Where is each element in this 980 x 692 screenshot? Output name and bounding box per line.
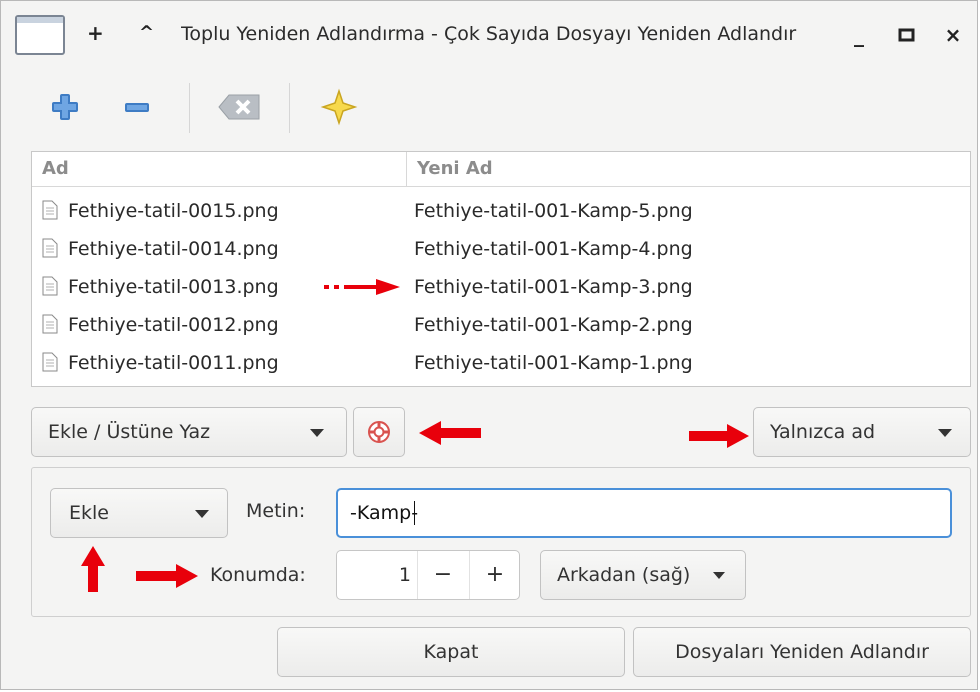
new-name-cell: Fethiye-tatil-001-Kamp-1.png: [414, 352, 693, 374]
column-header-name[interactable]: Ad: [42, 152, 69, 186]
minimize-button[interactable]: _: [845, 21, 873, 49]
position-label: Konumda:: [210, 564, 306, 586]
remove-button[interactable]: [117, 87, 157, 127]
file-icon: [42, 200, 58, 220]
annotation-arrow-up: [81, 546, 105, 592]
title-bar: + ^ Toplu Yeniden Adlandırma - Çok Sayıd…: [1, 1, 977, 65]
close-button-label: Kapat: [423, 641, 479, 663]
collapse-titlebar-button[interactable]: ^: [139, 19, 154, 47]
table-row[interactable]: Fethiye-tatil-0013.png Fethiye-tatil-001…: [32, 268, 970, 306]
mode-dropdown[interactable]: Ekle / Üstüne Yaz: [31, 407, 347, 457]
text-cursor: [414, 501, 415, 525]
toolbar-separator: [189, 83, 190, 133]
text-label: Metin:: [246, 500, 306, 522]
file-list[interactable]: Ad Yeni Ad Fethiye-tatil-0015.png Fethiy…: [31, 151, 971, 387]
chevron-down-icon: [310, 429, 324, 437]
close-window-button[interactable]: ×: [939, 21, 967, 49]
column-header-new-name[interactable]: Yeni Ad: [406, 152, 957, 186]
maximize-button[interactable]: [893, 21, 921, 49]
add-files-titlebar-button[interactable]: +: [87, 19, 104, 47]
toolbar-separator: [289, 83, 290, 133]
direction-dropdown[interactable]: Arkadan (sağ): [540, 550, 746, 600]
rename-files-button[interactable]: Dosyaları Yeniden Adlandır: [633, 627, 971, 677]
table-row[interactable]: Fethiye-tatil-0014.png Fethiye-tatil-001…: [32, 230, 970, 268]
action-dropdown[interactable]: Ekle: [50, 488, 228, 538]
file-icon: [42, 276, 58, 296]
position-value[interactable]: 1: [337, 551, 411, 599]
chevron-down-icon: [195, 510, 209, 518]
file-icon: [42, 314, 58, 334]
annotation-arrow-right: [136, 564, 198, 588]
chevron-down-icon: [938, 429, 952, 437]
new-name-cell: Fethiye-tatil-001-Kamp-5.png: [414, 200, 693, 222]
clear-icon: [218, 94, 260, 120]
increment-button[interactable]: +: [469, 551, 520, 599]
star-icon: [320, 88, 358, 126]
annotation-dashed-arrow: [324, 279, 400, 295]
new-name-cell: Fethiye-tatil-001-Kamp-3.png: [414, 276, 693, 298]
text-input-value: -Kamp-: [350, 502, 419, 524]
clear-button[interactable]: [215, 87, 265, 127]
close-button[interactable]: Kapat: [277, 627, 625, 677]
table-row[interactable]: Fethiye-tatil-0015.png Fethiye-tatil-001…: [32, 192, 970, 230]
old-name-cell: Fethiye-tatil-0015.png: [68, 200, 279, 222]
old-name-cell: Fethiye-tatil-0011.png: [68, 352, 279, 374]
file-icon: [42, 238, 58, 258]
options-panel: Ekle Metin: -Kamp- Konumda: 1 − + Arkada…: [31, 467, 971, 617]
help-button[interactable]: [353, 407, 405, 457]
file-icon: [42, 352, 58, 372]
old-name-cell: Fethiye-tatil-0012.png: [68, 314, 279, 336]
action-dropdown-label: Ekle: [69, 502, 109, 524]
window-title: Toplu Yeniden Adlandırma - Çok Sayıda Do…: [181, 23, 797, 45]
table-row[interactable]: Fethiye-tatil-0012.png Fethiye-tatil-001…: [32, 306, 970, 344]
add-button[interactable]: [45, 87, 85, 127]
decrement-button[interactable]: −: [417, 551, 468, 599]
auto-name-button[interactable]: [319, 87, 359, 127]
scope-dropdown[interactable]: Yalnızca ad: [753, 407, 971, 457]
rename-files-button-label: Dosyaları Yeniden Adlandır: [675, 641, 929, 663]
maximize-icon: [898, 28, 915, 42]
position-stepper[interactable]: 1 − +: [336, 550, 520, 600]
table-row[interactable]: Fethiye-tatil-0011.png Fethiye-tatil-001…: [32, 344, 970, 382]
direction-dropdown-label: Arkadan (sağ): [557, 564, 691, 586]
new-name-cell: Fethiye-tatil-001-Kamp-2.png: [414, 314, 693, 336]
mode-dropdown-label: Ekle / Üstüne Yaz: [48, 421, 211, 443]
rename-window: + ^ Toplu Yeniden Adlandırma - Çok Sayıd…: [0, 0, 978, 690]
window-menu-icon[interactable]: [15, 15, 65, 55]
old-name-cell: Fethiye-tatil-0014.png: [68, 238, 279, 260]
new-name-cell: Fethiye-tatil-001-Kamp-4.png: [414, 238, 693, 260]
add-icon: [52, 94, 78, 120]
scope-dropdown-label: Yalnızca ad: [770, 421, 876, 443]
lifebuoy-icon: [368, 421, 390, 443]
toolbar: [1, 75, 977, 139]
chevron-down-icon: [713, 572, 725, 579]
list-header: Ad Yeni Ad: [32, 152, 970, 187]
old-name-cell: Fethiye-tatil-0013.png: [68, 276, 279, 298]
annotation-arrow-right: [689, 424, 749, 448]
annotation-arrow-left: [419, 421, 481, 445]
text-input[interactable]: -Kamp-: [336, 488, 952, 538]
remove-icon: [125, 103, 149, 112]
